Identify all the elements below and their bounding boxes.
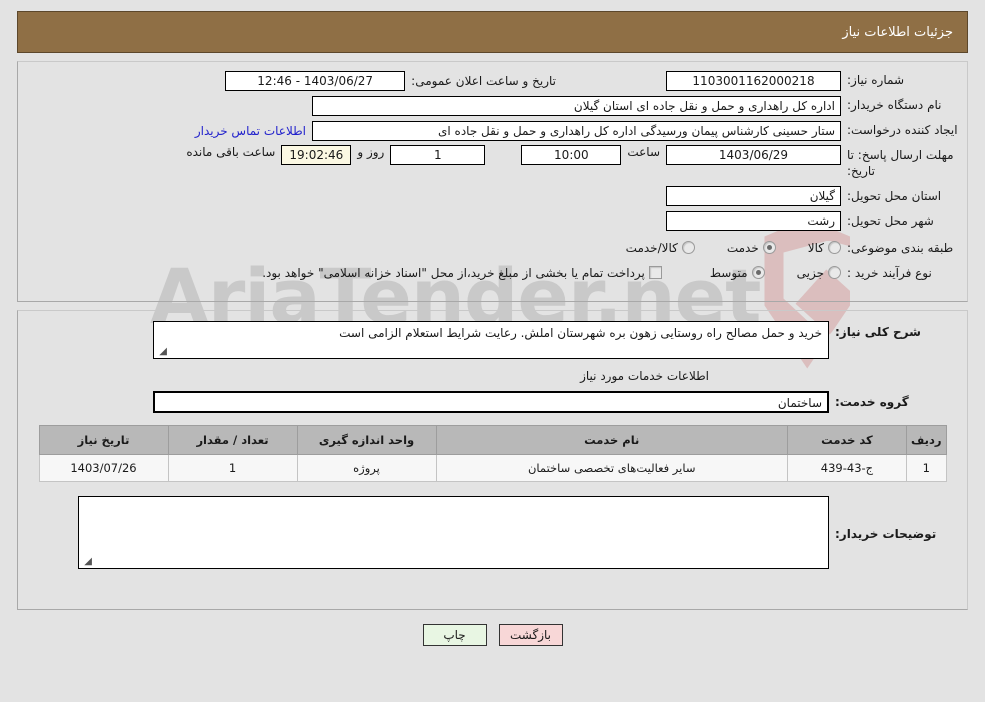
row-delivery-city: شهر محل تحویل: رشت xyxy=(26,210,959,231)
col-service-code: کد خدمت xyxy=(786,425,907,455)
need-info-panel: شماره نیاز: 1103001162000218 تاریخ و ساع… xyxy=(17,61,968,302)
row-purchase-process: نوع فرآیند خرید : جزیی متوسط پرداخت تمام… xyxy=(26,262,959,283)
footer-actions: بازگشت چاپ xyxy=(0,624,985,646)
remaining-hours-label: ساعت باقی مانده xyxy=(186,145,276,159)
remaining-days-field[interactable]: 1 xyxy=(390,145,486,165)
request-creator-label: ایجاد کننده درخواست: xyxy=(847,123,958,138)
row-delivery-province: استان محل تحویل: گیلان xyxy=(26,185,959,206)
resize-grip-icon[interactable]: ◢ xyxy=(82,557,92,567)
radio-button-icon[interactable] xyxy=(828,266,841,280)
need-summary-textarea[interactable]: خرید و حمل مصالح راه روستایی زهون بره شه… xyxy=(153,321,829,359)
cell-need-date: 1403/07/26 xyxy=(38,454,169,482)
back-button[interactable]: بازگشت xyxy=(498,624,563,646)
radio-process-jozii[interactable]: جزیی xyxy=(797,266,841,280)
row-deadline: مهلت ارسال پاسخ: تا تاریخ: 1403/06/29 سا… xyxy=(26,145,959,179)
row-request-creator: ایجاد کننده درخواست: ستار حسینی کارشناس … xyxy=(26,120,959,141)
row-buyer-notes: توضیحات خریدار: ◢ xyxy=(26,496,959,569)
radio-button-icon[interactable] xyxy=(828,241,841,255)
request-creator-field[interactable]: ستار حسینی کارشناس پیمان ورسیدگی اداره ک… xyxy=(312,120,841,141)
table-header-row: ردیف کد خدمت نام خدمت واحد اندازه گیری ت… xyxy=(38,425,947,455)
countdown-field: 19:02:46 xyxy=(281,145,352,165)
page-title: جزئیات اطلاعات نیاز xyxy=(842,24,953,40)
cell-service-code: ج-43-439 xyxy=(786,454,907,482)
delivery-city-field[interactable]: رشت xyxy=(666,210,841,231)
radio-category-kala[interactable]: کالا xyxy=(808,241,841,255)
page-root: جزئیات اطلاعات نیاز شماره نیاز: 11030011… xyxy=(0,11,985,646)
buyer-org-label: نام دستگاه خریدار: xyxy=(847,98,942,113)
buyer-notes-textarea[interactable]: ◢ xyxy=(78,496,829,569)
radio-category-khedmat[interactable]: خدمت xyxy=(727,241,776,255)
cell-quantity: 1 xyxy=(167,454,298,482)
purchase-process-radio-group: جزیی متوسط xyxy=(684,266,841,280)
deadline-date-field[interactable]: 1403/06/29 xyxy=(666,145,841,165)
checkbox-treasury-docs-label: پرداخت تمام یا بخشی از مبلغ خرید،از محل … xyxy=(262,265,645,280)
radio-button-selected-icon[interactable] xyxy=(762,241,776,255)
service-group-label: گروه خدمت: xyxy=(835,394,909,409)
page-header-bar: جزئیات اطلاعات نیاز xyxy=(17,11,968,53)
col-need-date: تاریخ نیاز xyxy=(38,425,169,455)
deadline-time-field[interactable]: 10:00 xyxy=(521,145,622,165)
col-radif: ردیف xyxy=(905,425,947,455)
cell-radif: 1 xyxy=(905,454,947,482)
need-number-label: شماره نیاز: xyxy=(847,73,904,88)
need-summary-label: شرح کلی نیاز: xyxy=(835,325,921,339)
delivery-city-label: شهر محل تحویل: xyxy=(847,213,934,228)
row-service-group: گروه خدمت: ساختمان xyxy=(26,391,959,413)
radio-category-kala-khedmat-label: کالا/خدمت xyxy=(625,240,678,255)
row-buyer-org: نام دستگاه خریدار: اداره کل راهداری و حم… xyxy=(26,95,959,116)
need-summary-text: خرید و حمل مصالح راه روستایی زهون بره شه… xyxy=(339,326,822,340)
deadline-label: مهلت ارسال پاسخ: تا تاریخ: xyxy=(847,148,954,179)
announce-datetime-field[interactable]: 1403/06/27 - 12:46 xyxy=(225,70,406,91)
buyer-contact-info-link[interactable]: اطلاعات تماس خریدار xyxy=(195,124,312,138)
table-row[interactable]: 1 ج-43-439 سایر فعالیت‌های تخصصی ساختمان… xyxy=(38,454,947,482)
radio-process-jozii-label: جزیی xyxy=(796,265,824,280)
row-need-number: شماره نیاز: 1103001162000218 تاریخ و ساع… xyxy=(26,70,959,91)
radio-category-kala-khedmat[interactable]: کالا/خدمت xyxy=(626,241,695,255)
service-group-field[interactable]: ساختمان xyxy=(153,391,829,413)
services-panel: شرح کلی نیاز: خرید و حمل مصالح راه روستا… xyxy=(17,310,968,610)
cell-service-name: سایر فعالیت‌های تخصصی ساختمان xyxy=(435,454,788,482)
radio-process-motevaset[interactable]: متوسط xyxy=(710,266,765,280)
remaining-days-label: روز و xyxy=(357,145,385,159)
buyer-org-field[interactable]: اداره کل راهداری و حمل و نقل جاده ای است… xyxy=(312,95,841,116)
services-table: ردیف کد خدمت نام خدمت واحد اندازه گیری ت… xyxy=(38,425,947,482)
announce-datetime-label: تاریخ و ساعت اعلان عمومی: xyxy=(411,73,556,88)
radio-button-selected-icon[interactable] xyxy=(751,266,765,280)
radio-process-motevaset-label: متوسط xyxy=(709,265,748,280)
subject-category-radio-group: کالا خدمت کالا/خدمت xyxy=(600,241,841,255)
resize-grip-icon[interactable]: ◢ xyxy=(157,347,167,357)
checkbox-icon[interactable] xyxy=(648,266,662,280)
print-button[interactable]: چاپ xyxy=(422,624,487,646)
subject-category-label: طبقه بندی موضوعی: xyxy=(847,240,954,255)
col-quantity: تعداد / مقدار xyxy=(167,425,298,455)
buyer-notes-label: توضیحات خریدار: xyxy=(835,527,937,541)
delivery-province-label: استان محل تحویل: xyxy=(847,188,942,203)
radio-button-icon[interactable] xyxy=(681,241,695,255)
row-subject-category: طبقه بندی موضوعی: کالا خدمت کالا/خدمت xyxy=(26,237,959,258)
checkbox-treasury-docs[interactable]: پرداخت تمام یا بخشی از مبلغ خرید،از محل … xyxy=(262,266,662,280)
purchase-process-label: نوع فرآیند خرید : xyxy=(847,265,932,280)
need-number-field[interactable]: 1103001162000218 xyxy=(666,70,841,91)
deadline-time-label: ساعت xyxy=(627,145,660,159)
col-unit: واحد اندازه گیری xyxy=(296,425,437,455)
cell-unit: پروژه xyxy=(296,454,437,482)
col-service-name: نام خدمت xyxy=(435,425,788,455)
services-section-title: اطلاعات خدمات مورد نیاز xyxy=(580,369,709,383)
row-need-summary: شرح کلی نیاز: خرید و حمل مصالح راه روستا… xyxy=(26,321,959,359)
radio-category-khedmat-label: خدمت xyxy=(726,240,759,255)
delivery-province-field[interactable]: گیلان xyxy=(666,185,841,206)
radio-category-kala-label: کالا xyxy=(807,240,824,255)
